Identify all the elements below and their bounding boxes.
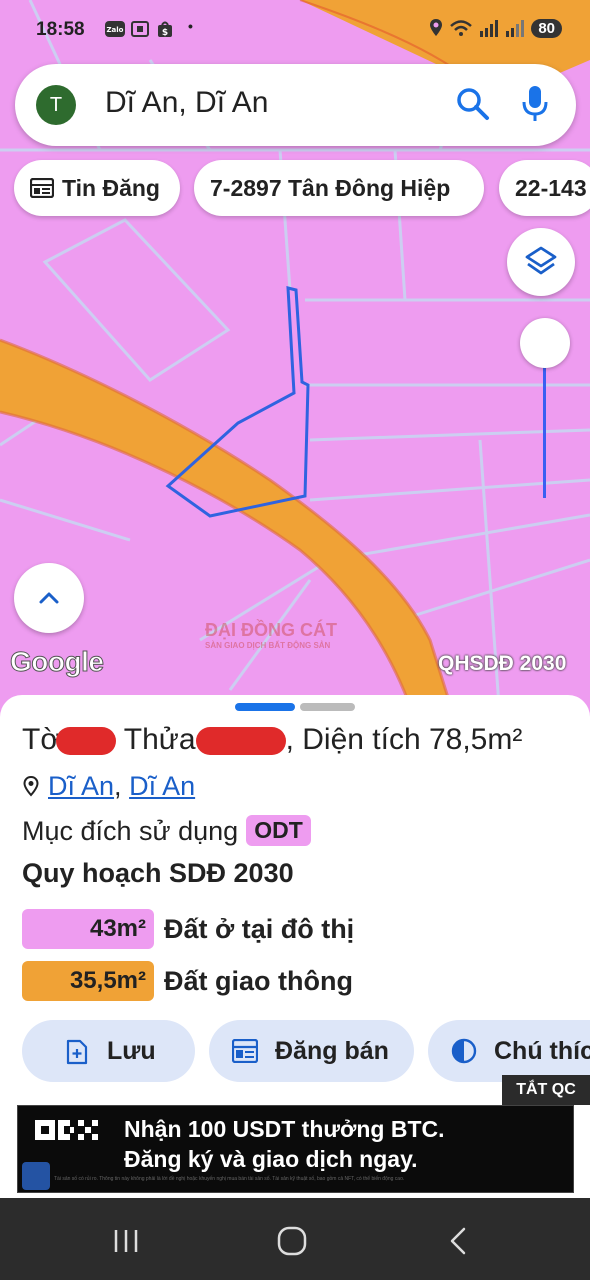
plan-title: Quy hoạch SDĐ 2030 (22, 858, 294, 888)
chip-parcel-2[interactable]: 22-143 (499, 160, 590, 216)
land-use-area: 43m² (22, 909, 154, 949)
close-ad-button[interactable]: TẮT QC (502, 1075, 590, 1105)
search-bar[interactable]: T Dĩ An, Dĩ An (15, 64, 576, 146)
purpose-code-badge: ODT (246, 815, 311, 846)
legend-button[interactable]: Chú thích (428, 1020, 590, 1082)
opacity-slider-track[interactable] (543, 360, 546, 498)
newspaper-icon (30, 178, 54, 198)
layers-icon (525, 246, 557, 275)
layers-button[interactable] (507, 228, 575, 296)
redaction-mark (195, 727, 286, 756)
status-bar: 18:58 Zalo $ • 80 (0, 0, 590, 60)
save-icon (66, 1039, 88, 1065)
watermark: ĐẠI ĐỒNG CÁT SÀN GIAO DỊCH BẤT ĐỘNG SẢN (205, 620, 337, 650)
chip-parcel-1[interactable]: 7-2897 Tân Đông Hiệp (194, 160, 484, 216)
sheet-handle[interactable] (300, 703, 355, 711)
chip-tin-dang[interactable]: Tin Đăng (14, 160, 180, 216)
ad-fine-print: Tài sản số có rủi ro. Thông tin này khôn… (54, 1176, 405, 1182)
okx-logo (35, 1120, 98, 1140)
search-input[interactable]: Dĩ An, Dĩ An (105, 86, 268, 120)
land-use-row: 35,5m² Đất giao thông (22, 961, 353, 1001)
opacity-slider-handle[interactable] (520, 318, 570, 368)
parcel-title: Tờ Thửa, Diện tích 78,5m² (22, 723, 523, 756)
location-pin-icon (23, 775, 39, 797)
ad-headline: Nhận 100 USDT thưởng BTC. Đăng ký và gia… (124, 1116, 445, 1172)
svg-text:Zalo: Zalo (106, 26, 123, 34)
google-logo: Google (9, 646, 104, 678)
land-use-label: Đất giao thông (164, 965, 353, 996)
signal-icon (480, 20, 499, 37)
parcel-location: Dĩ An, Dĩ An (22, 771, 195, 802)
location-icon (430, 19, 443, 36)
avatar[interactable]: T (36, 85, 76, 125)
status-time: 18:58 (36, 19, 85, 40)
layer-label: QHSDĐ 2030 (438, 652, 567, 675)
ad-banner[interactable]: Nhận 100 USDT thưởng BTC. Đăng ký và gia… (17, 1105, 574, 1193)
sheet-handle-active[interactable] (235, 703, 295, 711)
land-purpose: Mục đích sử dụng ODT (22, 815, 311, 847)
land-use-label: Đất ở tại đô thị (164, 913, 355, 944)
recent-apps-icon[interactable] (112, 1228, 142, 1254)
shop-icon: $ (156, 20, 174, 41)
land-use-area: 35,5m² (22, 961, 154, 1001)
listing-icon (232, 1039, 258, 1063)
wifi-icon (450, 20, 473, 36)
filter-chips: Tin Đăng 7-2897 Tân Đông Hiệp 22-143 (14, 160, 590, 216)
battery-indicator: 80 (531, 18, 562, 38)
chip-label: Tin Đăng (62, 175, 160, 201)
redaction-mark (56, 727, 116, 756)
svg-text:$: $ (162, 28, 168, 38)
signal-icon-2 (506, 20, 525, 37)
zalo-icon: Zalo (104, 20, 126, 41)
microphone-icon[interactable] (520, 84, 550, 124)
back-icon[interactable] (448, 1226, 468, 1256)
expand-button[interactable] (14, 563, 84, 633)
land-use-row: 43m² Đất ở tại đô thị (22, 909, 354, 949)
system-nav-bar (0, 1198, 590, 1280)
search-icon[interactable] (455, 86, 491, 122)
location-link-district[interactable]: Dĩ An (129, 771, 195, 801)
home-icon[interactable] (276, 1225, 308, 1257)
post-for-sale-button[interactable]: Đăng bán (209, 1020, 414, 1082)
contrast-icon (451, 1038, 477, 1064)
scan-icon (130, 20, 150, 41)
location-link-commune[interactable]: Dĩ An (48, 771, 114, 801)
ad-choices-icon[interactable] (22, 1162, 50, 1190)
chevron-up-icon (39, 592, 59, 604)
save-button[interactable]: Lưu (22, 1020, 195, 1082)
